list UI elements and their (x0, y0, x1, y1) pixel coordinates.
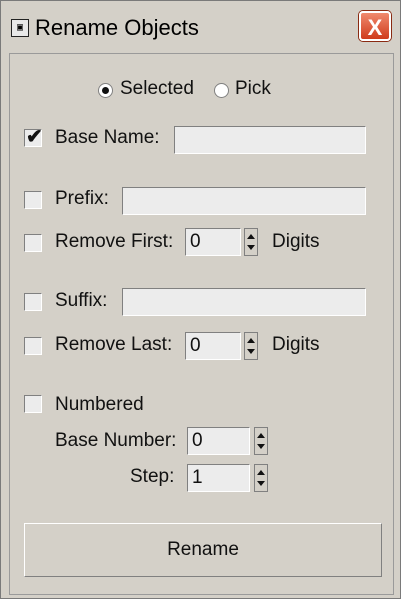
prefix-label: Prefix: (55, 188, 109, 209)
base-number-spinner[interactable] (254, 427, 268, 455)
spinner-down-icon[interactable] (257, 444, 265, 449)
base-name-checkbox[interactable]: ✔ (24, 126, 43, 148)
remove-last-unit: Digits (272, 334, 320, 355)
prefix-input[interactable] (122, 187, 366, 215)
remove-last-label: Remove Last: (55, 334, 173, 355)
base-number-label: Base Number: (55, 430, 177, 451)
app-icon: ▣ (11, 19, 29, 37)
step-label: Step: (130, 466, 175, 487)
spinner-down-icon[interactable] (247, 349, 255, 354)
spinner-down-icon[interactable] (257, 481, 265, 486)
suffix-label: Suffix: (55, 290, 108, 311)
prefix-checkbox[interactable] (24, 191, 42, 209)
selected-radio[interactable] (98, 83, 113, 98)
pick-radio-label: Pick (235, 78, 271, 99)
rename-objects-dialog: ▣ Rename Objects X Selected Pick ✔ Base … (0, 0, 401, 599)
remove-last-checkbox[interactable] (24, 337, 42, 355)
close-button[interactable]: X (359, 11, 391, 41)
numbered-label: Numbered (55, 394, 144, 415)
pick-radio[interactable] (214, 83, 229, 98)
title-bar: ▣ Rename Objects X (1, 1, 400, 53)
spinner-up-icon[interactable] (257, 433, 265, 438)
spinner-up-icon[interactable] (247, 338, 255, 343)
suffix-checkbox[interactable] (24, 293, 42, 311)
checkmark-icon: ✔ (26, 126, 43, 148)
numbered-checkbox[interactable] (24, 395, 42, 413)
spinner-up-icon[interactable] (247, 234, 255, 239)
spinner-down-icon[interactable] (247, 245, 255, 250)
spinner-up-icon[interactable] (257, 470, 265, 475)
remove-first-spinner[interactable] (244, 228, 258, 256)
dialog-body: Selected Pick ✔ Base Name: Prefix: Remov… (9, 53, 394, 595)
window-title: Rename Objects (35, 15, 199, 40)
base-number-input[interactable]: 0 (187, 427, 250, 455)
selected-radio-label: Selected (120, 78, 194, 99)
remove-first-label: Remove First: (55, 231, 174, 252)
remove-first-checkbox[interactable] (24, 234, 42, 252)
suffix-input[interactable] (122, 288, 366, 316)
base-name-input[interactable] (174, 126, 366, 154)
remove-first-unit: Digits (272, 231, 320, 252)
step-spinner[interactable] (254, 464, 268, 492)
remove-last-input[interactable]: 0 (185, 332, 241, 360)
remove-last-spinner[interactable] (244, 332, 258, 360)
base-name-label: Base Name: (55, 127, 160, 148)
rename-button[interactable]: Rename (24, 523, 382, 577)
step-input[interactable]: 1 (187, 464, 250, 492)
remove-first-input[interactable]: 0 (185, 228, 241, 256)
